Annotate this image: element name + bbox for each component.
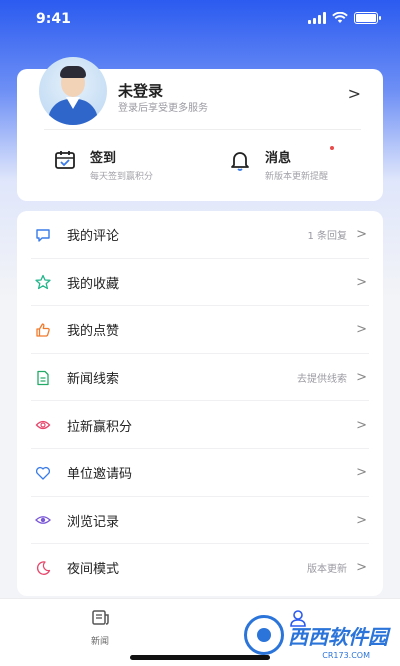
document-icon — [37, 370, 49, 385]
signin-title: 签到 — [90, 151, 117, 166]
menu-label: 新闻线索 — [67, 372, 120, 388]
menu-label: 浏览记录 — [67, 514, 120, 530]
menu-label: 夜间模式 — [67, 562, 120, 578]
chevron-right-icon: > — [356, 512, 367, 528]
messages-subtitle: 新版本更新提醒 — [265, 172, 329, 182]
moon-icon — [37, 561, 51, 575]
newspaper-icon — [92, 610, 109, 625]
home-indicator — [130, 655, 270, 660]
menu-label: 我的收藏 — [67, 276, 120, 292]
status-icons — [308, 12, 381, 24]
menu-label: 我的评论 — [67, 229, 120, 245]
eye-icon — [35, 516, 51, 525]
chevron-right-icon: > — [356, 560, 367, 576]
thumbs-up-icon — [36, 323, 50, 337]
divider — [44, 129, 361, 130]
menu-item-news-tips[interactable]: 新闻线索 去提供线索 > — [17, 354, 383, 402]
avatar[interactable] — [39, 57, 107, 125]
chevron-right-icon: > — [356, 417, 367, 433]
chevron-right-icon: > — [356, 227, 367, 243]
watermark: 西西软件园 CR173.COM — [244, 615, 388, 660]
tab-news-label: 新闻 — [90, 637, 109, 647]
comment-icon — [36, 229, 50, 242]
menu-item-history[interactable]: 浏览记录 > — [17, 497, 383, 545]
bell-icon — [231, 152, 249, 171]
calendar-check-icon — [55, 151, 75, 169]
chevron-right-icon: > — [356, 322, 367, 338]
menu-hint: 去提供线索 — [297, 374, 347, 386]
chevron-right-icon: > — [356, 370, 367, 386]
login-title[interactable]: 未登录 — [118, 80, 163, 101]
menu-label: 单位邀请码 — [67, 467, 133, 483]
menu-item-invite-points[interactable]: 拉新赢积分 > — [17, 401, 383, 449]
menu-list: 我的评论 1 条回复 > 我的收藏 > 我的点赞 > 新闻线索 去提供线索 > — [17, 211, 383, 596]
menu-item-comments[interactable]: 我的评论 1 条回复 > — [17, 211, 383, 259]
chevron-right-icon: > — [356, 274, 367, 290]
login-subtitle: 登录后享受更多服务 — [118, 103, 208, 114]
tab-news[interactable]: 新闻 — [80, 609, 120, 647]
unread-dot — [330, 146, 335, 150]
gift-icon — [35, 421, 51, 430]
status-bar: 9:41 — [0, 0, 400, 40]
signin-button[interactable]: 签到 每天签到赢积分 — [54, 147, 153, 182]
menu-item-night-mode[interactable]: 夜间模式 版本更新 > — [17, 544, 383, 592]
wifi-icon — [332, 12, 348, 23]
watermark-text: 西西软件园 — [288, 624, 388, 649]
chevron-right-icon: > — [356, 465, 367, 481]
menu-hint: 1 条回复 — [307, 231, 347, 243]
battery-icon — [354, 12, 381, 24]
menu-label: 拉新赢积分 — [67, 419, 133, 435]
watermark-logo-icon — [244, 615, 284, 655]
menu-item-likes[interactable]: 我的点赞 > — [17, 306, 383, 354]
menu-item-favorites[interactable]: 我的收藏 > — [17, 259, 383, 307]
profile-card: 未登录 登录后享受更多服务 > 签到 每天签到赢积分 消息 新版本更新提醒 — [17, 57, 383, 201]
messages-title: 消息 — [265, 146, 335, 166]
messages-button[interactable]: 消息 新版本更新提醒 — [229, 146, 335, 182]
heart-icon — [35, 466, 51, 480]
menu-item-org-invite-code[interactable]: 单位邀请码 > — [17, 449, 383, 497]
star-icon — [35, 275, 51, 290]
signin-subtitle: 每天签到赢积分 — [90, 172, 154, 182]
messages-title-text: 消息 — [265, 151, 292, 166]
status-time: 9:41 — [36, 11, 71, 27]
watermark-sub: CR173.COM — [322, 651, 370, 660]
signal-icon — [308, 12, 326, 24]
menu-hint: 版本更新 — [307, 564, 347, 576]
menu-label: 我的点赞 — [67, 324, 120, 340]
chevron-right-icon[interactable]: > — [348, 84, 361, 103]
